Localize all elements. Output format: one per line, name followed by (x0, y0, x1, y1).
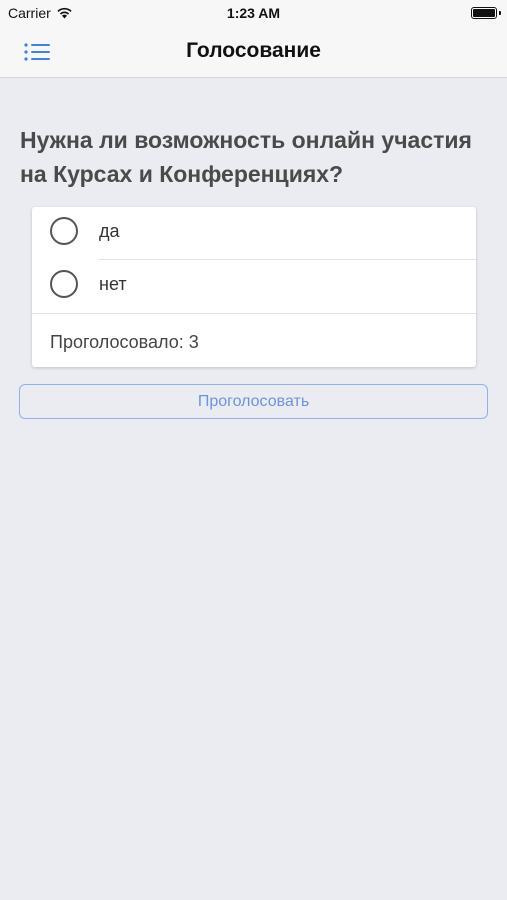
page-title: Голосование (186, 39, 321, 62)
poll-option-no[interactable]: нет (32, 260, 476, 312)
poll-option-label: нет (99, 274, 127, 294)
vote-button[interactable]: Проголосовать (19, 384, 488, 419)
poll-option-label: да (99, 221, 120, 241)
battery-tip (499, 11, 501, 15)
card-divider (32, 313, 476, 314)
status-bar: Carrier 1:23 AM (0, 0, 507, 26)
poll-card: да нет Проголосовало: 3 (32, 207, 476, 367)
battery-icon (471, 7, 497, 19)
navigation-bar: Голосование (0, 26, 507, 78)
vote-count: Проголосовало: 3 (50, 332, 199, 352)
status-time: 1:23 AM (226, 5, 281, 21)
poll-question: Нужна ли возможность онлайн участия на К… (20, 127, 472, 187)
poll-option-yes[interactable]: да (32, 207, 476, 259)
battery-level (473, 9, 495, 17)
radio-button[interactable] (50, 270, 78, 298)
radio-button[interactable] (50, 217, 78, 245)
